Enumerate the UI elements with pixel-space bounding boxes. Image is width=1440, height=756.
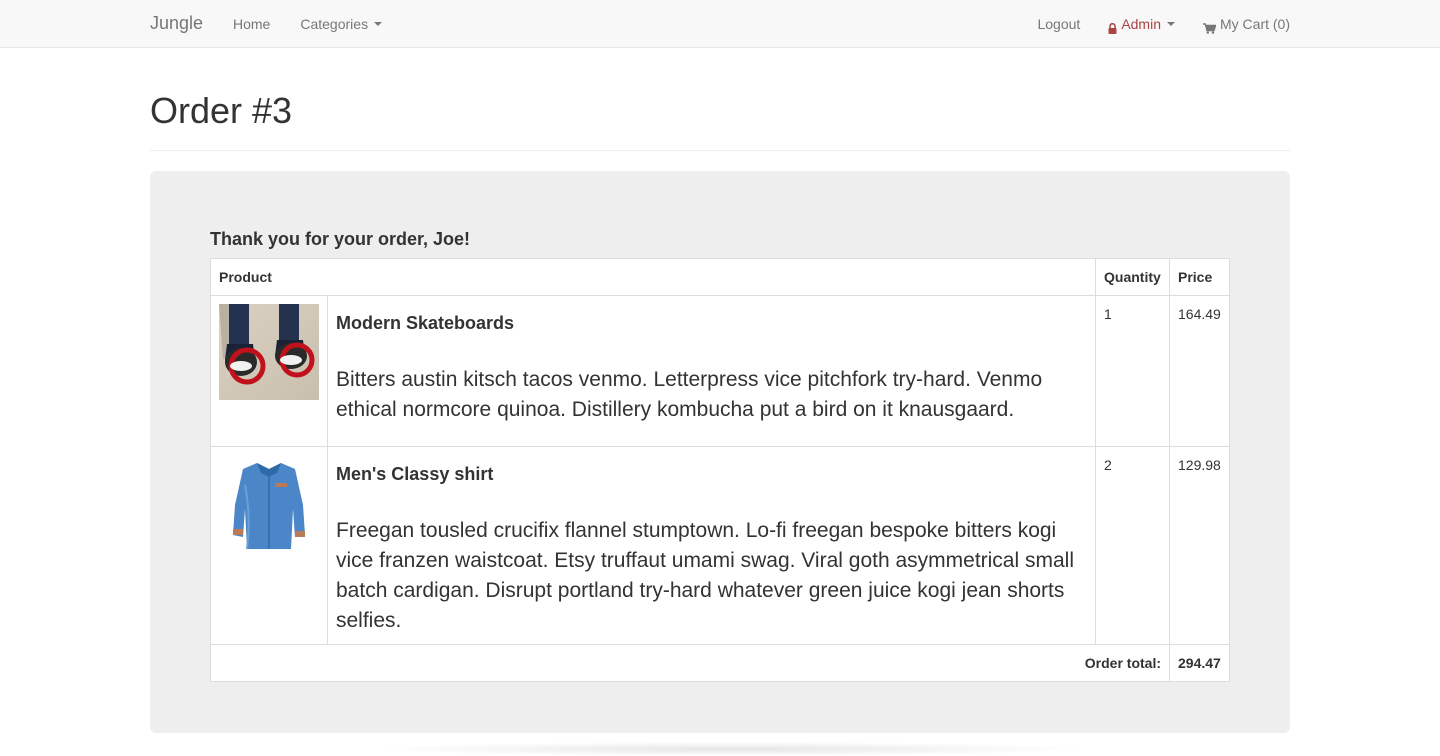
order-panel: Thank you for your order, Joe! Product Q… xyxy=(150,171,1290,733)
nav-left: Home Categories xyxy=(233,0,412,48)
table-header-row: Product Quantity Price xyxy=(210,258,1230,296)
product-description: Bitters austin kitsch tacos venmo. Lette… xyxy=(336,368,1043,421)
nav-categories-dropdown[interactable]: Categories xyxy=(300,14,383,34)
price-cell: 164.49 xyxy=(1169,295,1230,447)
product-info-cell: Modern Skateboards Bitters austin kitsch… xyxy=(327,295,1096,447)
order-total-label: Order total: xyxy=(210,644,1170,682)
product-name: Modern Skateboards xyxy=(336,313,515,333)
quantity-cell: 1 xyxy=(1095,295,1170,447)
header-product: Product xyxy=(210,258,1096,296)
product-name: Men's Classy shirt xyxy=(336,464,494,484)
blue-shirt-photo xyxy=(219,455,319,551)
table-row: Men's Classy shirt Freegan tousled cruci… xyxy=(210,446,1230,645)
product-image-cell xyxy=(210,295,328,447)
nav-admin-label: Admin xyxy=(1121,16,1161,32)
product-image-cell xyxy=(210,446,328,645)
nav-home-label: Home xyxy=(233,16,271,32)
shopping-cart-icon xyxy=(1203,19,1217,34)
nav-home-link[interactable]: Home xyxy=(233,14,270,34)
navbar-inner: Jungle Home Categories Logout Admin My C… xyxy=(150,0,1290,47)
caret-down-icon xyxy=(374,22,383,26)
nav-cart-label: My Cart (0) xyxy=(1220,16,1290,32)
product-description: Freegan tousled crucifix flannel stumpto… xyxy=(336,519,1074,632)
thank-you-message: Thank you for your order, Joe! xyxy=(210,229,471,249)
nav-cart-link[interactable]: My Cart (0) xyxy=(1203,14,1290,34)
price-cell: 129.98 xyxy=(1169,446,1230,645)
quantity-cell: 2 xyxy=(1095,446,1170,645)
title-divider xyxy=(150,150,1290,151)
nav-logout-label: Logout xyxy=(1037,16,1081,32)
skate-shoes-photo xyxy=(219,304,319,400)
nav-right: Logout Admin My Cart (0) xyxy=(1009,0,1290,48)
header-quantity: Quantity xyxy=(1095,258,1170,296)
page-title: Order #3 xyxy=(150,90,293,131)
header-price: Price xyxy=(1169,258,1230,296)
table-row: Modern Skateboards Bitters austin kitsch… xyxy=(210,295,1230,447)
caret-down-icon xyxy=(1167,22,1175,26)
total-row: Order total: 294.47 xyxy=(210,644,1230,682)
bottom-shadow xyxy=(370,742,1090,756)
brand-link[interactable]: Jungle xyxy=(150,12,203,34)
order-total-value: 294.47 xyxy=(1169,644,1230,682)
nav-categories-label: Categories xyxy=(300,16,369,32)
navbar: Jungle Home Categories Logout Admin My C… xyxy=(0,0,1440,48)
lock-icon xyxy=(1108,19,1117,34)
nav-logout-link[interactable]: Logout xyxy=(1037,14,1080,34)
nav-admin-dropdown[interactable]: Admin xyxy=(1108,14,1175,34)
product-info-cell: Men's Classy shirt Freegan tousled cruci… xyxy=(327,446,1096,645)
order-table: Product Quantity Price Modern Skateboard… xyxy=(210,258,1230,682)
